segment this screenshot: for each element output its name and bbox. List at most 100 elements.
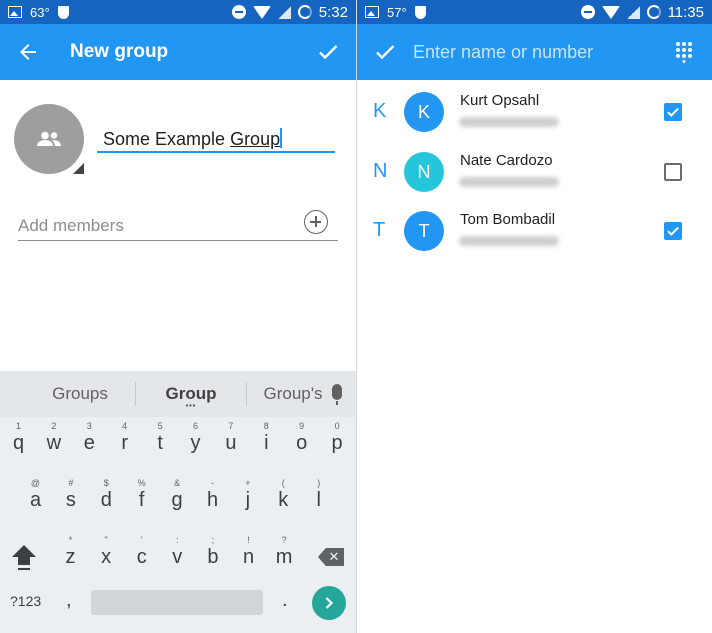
key-g[interactable]: & g [160, 474, 195, 524]
key-hint: % [137, 478, 146, 488]
add-members-input[interactable] [18, 210, 288, 236]
confirm-button[interactable] [357, 24, 413, 80]
section-letter: K [373, 100, 387, 122]
key-m[interactable]: ? m [267, 531, 302, 581]
key-k[interactable]: (k [266, 474, 301, 524]
key-o[interactable]: 9o [284, 417, 319, 467]
key-hint: ? [281, 535, 287, 545]
key-hint: 0 [334, 421, 340, 431]
suggestion-1[interactable]: Groups [25, 384, 135, 404]
key-label: z [65, 546, 76, 568]
contact-row[interactable]: T T Tom Bombadil [357, 203, 712, 263]
key-p[interactable]: 0p [320, 417, 355, 467]
key-label: w [46, 432, 62, 454]
backspace-key[interactable]: ✕ [318, 548, 344, 566]
key-label: i [264, 432, 269, 454]
confirm-button[interactable] [300, 24, 356, 80]
key-u[interactable]: 7u [213, 417, 248, 467]
key-j[interactable]: + j [230, 474, 265, 524]
key-i[interactable]: 8i [249, 417, 284, 467]
key-q[interactable]: 1q [1, 417, 36, 467]
suggestion-3[interactable]: Group's [247, 384, 339, 404]
key-label: h [206, 489, 219, 511]
contact-row[interactable]: N N Nate Cardozo [357, 144, 712, 204]
key-hint: ; [211, 535, 215, 545]
group-name-input[interactable]: Some Example Group [97, 127, 335, 153]
key-label: l [316, 489, 321, 511]
key-hint: & [174, 478, 181, 488]
add-circle-icon[interactable] [304, 210, 328, 234]
section-letter: N [373, 159, 388, 182]
signal-icon [277, 5, 291, 19]
key-x[interactable]: " x [89, 531, 124, 581]
check-icon [667, 107, 679, 117]
key-c[interactable]: ' c [124, 531, 159, 581]
shield-icon [57, 5, 69, 19]
key-z[interactable]: * z [53, 531, 88, 581]
shift-key[interactable] [10, 545, 38, 573]
app-toolbar [357, 24, 712, 80]
image-notification-icon [8, 6, 22, 18]
checkbox-checked[interactable] [664, 222, 682, 240]
section-letter: T [373, 219, 386, 241]
key-y[interactable]: 6y [178, 417, 213, 467]
check-icon [319, 45, 338, 60]
key-label: n [242, 546, 255, 568]
key-a[interactable]: @ a [18, 474, 53, 524]
check-icon [667, 226, 679, 236]
key-label: x [101, 546, 112, 568]
key-hint: ( [281, 478, 285, 488]
add-members-screen: 57° 11:35 Enter name or number K K Kurt … [356, 0, 712, 633]
checkbox-checked[interactable] [664, 103, 682, 121]
key-label: b [207, 546, 219, 568]
key-v[interactable]: :v [160, 531, 195, 581]
image-notification-icon [365, 6, 379, 18]
signal-icon [626, 5, 640, 19]
period-key[interactable]: . [282, 589, 288, 612]
arrow-left-icon [20, 44, 36, 60]
key-label: v [172, 546, 183, 568]
contact-avatar: K [404, 92, 444, 132]
comma-key[interactable]: , [66, 589, 72, 612]
key-label: y [190, 432, 201, 454]
checkbox-unchecked[interactable] [664, 162, 682, 181]
wifi-icon [601, 5, 620, 19]
key-s[interactable]: # s [53, 474, 88, 524]
battery-icon [297, 5, 312, 19]
group-avatar-picker[interactable] [14, 104, 84, 174]
key-hint: : [176, 535, 179, 545]
contact-name: Kurt Opsahl [460, 92, 540, 109]
key-f[interactable]: % f [124, 474, 159, 524]
app-toolbar: New group [0, 24, 356, 80]
key-b[interactable]: ; b [195, 531, 230, 581]
key-h[interactable]: -h [195, 474, 230, 524]
contact-row[interactable]: K K Kurt Opsahl [357, 84, 712, 144]
next-key[interactable] [312, 586, 346, 620]
key-hint: 1 [15, 421, 21, 431]
contact-number-redacted [459, 176, 559, 187]
shift-base [18, 568, 30, 570]
dialpad-icon [676, 42, 692, 63]
add-members-field[interactable] [18, 210, 338, 241]
symbols-key[interactable]: ?123 [10, 593, 41, 609]
key-r[interactable]: 4r [107, 417, 142, 467]
key-w[interactable]: 2w [36, 417, 71, 467]
contact-avatar: N [404, 151, 444, 192]
contact-avatar: T [404, 211, 444, 251]
space-bar[interactable] [91, 590, 263, 615]
suggestion-2[interactable]: Group [136, 384, 246, 410]
temperature-label: 57° [387, 4, 407, 20]
microphone-icon[interactable] [332, 384, 342, 405]
key-l[interactable]: ) l [301, 474, 336, 524]
key-d[interactable]: $ d [89, 474, 124, 524]
dialpad-button[interactable] [656, 24, 712, 80]
group-name-text: Some Example [103, 129, 231, 149]
shift-arrow-icon [12, 545, 36, 557]
key-e[interactable]: 3e [72, 417, 107, 467]
contact-search-input[interactable] [413, 41, 656, 63]
key-n[interactable]: ! n [231, 531, 266, 581]
key-hint: 4 [122, 421, 128, 431]
key-t[interactable]: 5t [143, 417, 178, 467]
contact-number-redacted [459, 236, 559, 246]
back-button[interactable] [0, 24, 56, 80]
